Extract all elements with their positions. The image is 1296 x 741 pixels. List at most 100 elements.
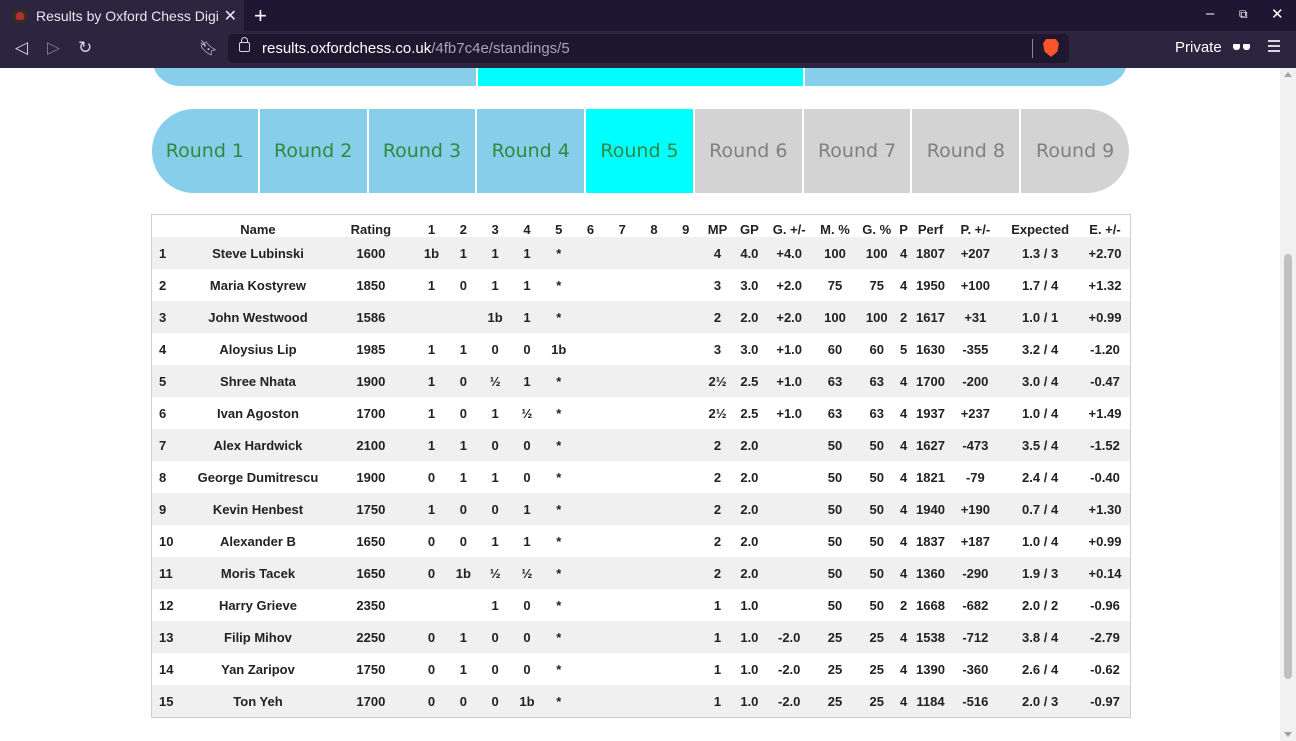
table-cell (638, 429, 670, 461)
column-header: P (899, 222, 908, 237)
table-cell (638, 461, 670, 493)
table-cell: 1650 (356, 533, 386, 549)
column-header: 3 (491, 222, 499, 237)
round-tab-8[interactable]: Round 8 (912, 109, 1020, 193)
table-cell: 0 (491, 341, 499, 357)
table-cell: 3 (713, 341, 722, 357)
column-header: Expected (1011, 222, 1070, 237)
round-tab-9[interactable]: Round 9 (1021, 109, 1130, 193)
table-cell: +0.99 (1088, 533, 1122, 549)
table-cell: +1.32 (1088, 277, 1122, 293)
scroll-up-icon[interactable] (1284, 72, 1292, 77)
table-cell: 4 (899, 405, 908, 421)
bookmark-icon[interactable]: 🔖︎ (199, 39, 218, 57)
player-name-cell[interactable]: Maria Kostyrew (190, 269, 326, 301)
round-tab-4[interactable]: Round 4 (477, 109, 585, 193)
table-cell: 2.0 / 3 (1022, 693, 1059, 709)
player-name-cell[interactable]: John Westwood (190, 301, 326, 333)
address-bar[interactable]: results.oxfordchess.co.uk/4fb7c4e/standi… (228, 34, 1069, 63)
table-cell: 1 (427, 373, 436, 389)
table-cell (606, 653, 638, 685)
table-row: 10 Alexander B 1650 0 0 1 1 * 2 2.0 50 50 4 1837 +187 1… (151, 525, 1131, 557)
table-cell (575, 653, 607, 685)
table-cell: 1 (713, 597, 722, 613)
table-cell: -79 (965, 469, 985, 485)
table-cell: 1 (523, 277, 531, 293)
table-cell: 4 (899, 373, 908, 389)
player-name-cell[interactable]: Ivan Agoston (190, 397, 326, 429)
player-name-cell[interactable]: Yan Zaripov (190, 653, 326, 685)
table-cell: 2 (713, 501, 722, 517)
table-cell: +0.14 (1088, 565, 1122, 581)
table-cell: +0.99 (1088, 309, 1122, 325)
table-cell: 1b (487, 309, 503, 325)
vertical-scrollbar[interactable] (1280, 68, 1296, 741)
table-cell: 1850 (356, 277, 386, 293)
table-cell: 15 (159, 693, 174, 709)
player-name-cell[interactable]: Aloysius Lip (190, 333, 326, 365)
table-cell: 4.0 (740, 245, 759, 261)
brave-shields-icon[interactable] (1043, 39, 1059, 57)
table-cell: 4 (159, 341, 167, 357)
table-cell: 3.8 / 4 (1022, 629, 1059, 645)
table-cell: 2.0 (740, 309, 759, 325)
round-tab-5[interactable]: Round 5 (586, 109, 693, 193)
back-icon[interactable]: ◁ (15, 38, 28, 58)
player-name-cell[interactable]: Harry Grieve (190, 589, 326, 621)
player-name-cell[interactable]: Ton Yeh (190, 685, 326, 718)
player-name-cell[interactable]: Steve Lubinski (190, 237, 326, 269)
table-cell: 14 (159, 661, 174, 677)
table-cell: -1.52 (1090, 437, 1120, 453)
scrollbar-thumb[interactable] (1284, 254, 1292, 679)
player-name-cell[interactable]: Alexander B (190, 525, 326, 557)
table-cell: 50 (827, 533, 843, 549)
player-name-cell[interactable]: Filip Mihov (190, 621, 326, 653)
table-cell: 1837 (916, 533, 945, 549)
browser-tab[interactable]: Results by Oxford Chess Digital ✕ (0, 0, 244, 31)
table-cell: 0 (491, 437, 499, 453)
scroll-down-icon[interactable] (1284, 732, 1292, 737)
round-tab-1[interactable]: Round 1 (152, 109, 258, 193)
player-name-cell[interactable]: Alex Hardwick (190, 429, 326, 461)
player-name-cell[interactable]: Shree Nhata (190, 365, 326, 397)
player-name-cell[interactable]: Kevin Henbest (190, 493, 326, 525)
table-cell: * (556, 277, 562, 293)
close-tab-icon[interactable]: ✕ (224, 6, 237, 26)
reload-icon[interactable]: ↻ (78, 38, 92, 58)
table-cell: 1.0 (740, 629, 759, 645)
table-cell (638, 365, 670, 397)
table-row: 5 Shree Nhata 1900 1 0 ½ 1 * 2½ 2.5 +1.0 63 63 4 1700 -… (151, 365, 1131, 397)
new-tab-button[interactable]: + (254, 3, 267, 29)
table-row: 15 Ton Yeh 1700 0 0 0 1b * 1 1.0 -2.0 25 25 4 1184 -516… (151, 685, 1131, 718)
table-cell (670, 621, 702, 653)
table-cell: 25 (869, 661, 884, 677)
table-row: 12 Harry Grieve 2350 1 0 * 1 1.0 50 50 2 1668 -682 2.… (151, 589, 1131, 621)
restore-icon[interactable]: ⧉ (1239, 7, 1248, 22)
top-nav-active-item[interactable] (478, 68, 803, 86)
player-name-cell[interactable]: Moris Tacek (190, 557, 326, 589)
table-cell: 1 (459, 469, 467, 485)
round-tab-3[interactable]: Round 3 (368, 109, 476, 193)
round-tab-6[interactable]: Round 6 (694, 109, 802, 193)
private-glasses-icon (1233, 44, 1251, 51)
table-cell: * (556, 373, 562, 389)
table-cell (638, 237, 670, 269)
table-cell: 2.5 (740, 405, 759, 421)
table-cell: * (556, 501, 562, 517)
column-header (152, 215, 190, 238)
table-row: 14 Yan Zaripov 1750 0 1 0 0 * 1 1.0 -2.0 25 25 4 1390 -… (151, 653, 1131, 685)
round-tab-2[interactable]: Round 2 (259, 109, 367, 193)
table-cell (670, 333, 702, 365)
player-name-cell[interactable]: George Dumitrescu (190, 461, 326, 493)
round-tab-7[interactable]: Round 7 (803, 109, 911, 193)
minimize-icon[interactable]: – (1206, 5, 1214, 22)
close-window-icon[interactable]: ✕ (1271, 5, 1284, 23)
table-cell: 1668 (916, 597, 945, 613)
table-cell: 1 (459, 629, 467, 645)
top-navigation-bar (152, 68, 1128, 86)
table-cell: 9 (159, 501, 167, 517)
menu-icon[interactable] (1268, 40, 1280, 55)
table-cell: 0 (523, 341, 531, 357)
forward-icon[interactable]: ▷ (47, 38, 60, 58)
table-cell: 2 (899, 309, 908, 325)
